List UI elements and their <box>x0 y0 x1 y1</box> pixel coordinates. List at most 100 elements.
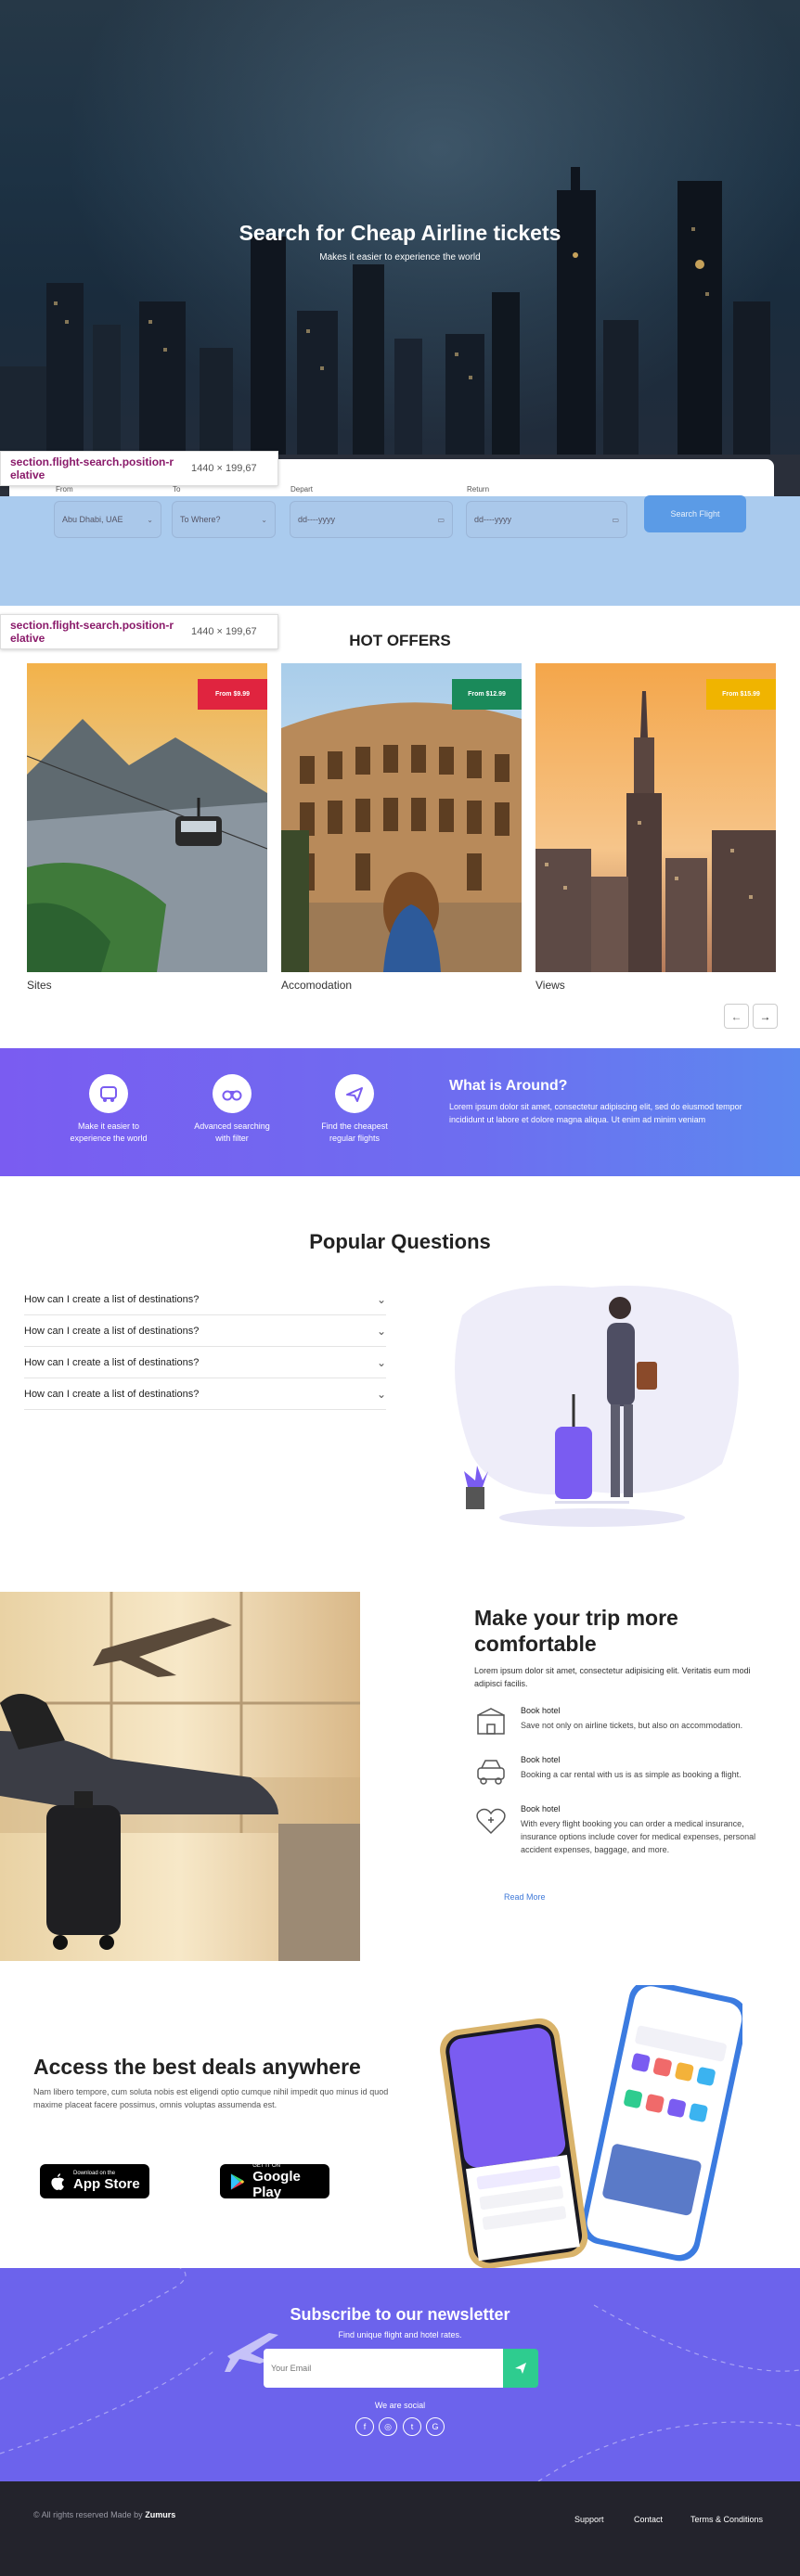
price-badge: From $15.99 <box>706 679 776 710</box>
city-skyline-image <box>0 167 800 496</box>
calendar-icon: ▭ <box>437 515 445 524</box>
chevron-down-icon: ⌄ <box>376 1292 386 1306</box>
hero-section: Search for Cheap Airline tickets Makes i… <box>0 0 800 496</box>
feature-label-line: regular flights <box>329 1134 381 1143</box>
hero-subtitle: Makes it easier to experience the world <box>319 252 481 263</box>
footer-link-support[interactable]: Support <box>574 2515 604 2524</box>
trip-feature-text: Booking a car rental with us is as simpl… <box>521 1770 742 1779</box>
read-more-link[interactable]: Read More <box>504 1892 546 1902</box>
google-icon[interactable]: G <box>426 2417 445 2436</box>
footer-link-terms[interactable]: Terms & Conditions <box>690 2515 763 2524</box>
offer-card-views[interactable]: From $15.99 <box>535 663 776 972</box>
offer-caption: Accomodation <box>281 979 353 992</box>
offer-caption: Sites <box>27 979 52 992</box>
chevron-down-icon: ⌄ <box>376 1355 386 1369</box>
around-title: What is Around? <box>449 1078 568 1094</box>
app-store-big-text: App Store <box>73 2176 140 2192</box>
from-value: Abu Dhabi, UAE <box>62 515 123 524</box>
newsletter-title: Subscribe to our newsletter <box>290 2305 510 2324</box>
search-flight-button[interactable]: Search Flight <box>644 495 746 532</box>
return-label: Return <box>467 485 490 493</box>
social-label: We are social <box>374 2401 426 2410</box>
from-select[interactable]: Abu Dhabi, UAE ⌄ <box>54 501 161 538</box>
inspector-selector-cont: elative <box>10 468 45 481</box>
feature-label-line: experience the world <box>70 1134 148 1143</box>
carousel-next-button[interactable]: → <box>753 1004 778 1029</box>
offer-caption: Views <box>535 979 565 992</box>
app-store-button[interactable]: Download on the App Store <box>40 2164 149 2198</box>
arrow-right-icon: → <box>759 1009 771 1023</box>
feature-label-line: with filter <box>215 1134 249 1143</box>
price-badge: From $12.99 <box>452 679 522 710</box>
twitter-icon[interactable]: t <box>403 2417 421 2436</box>
around-text: Lorem ipsum dolor sit amet, consectetur … <box>449 1102 742 1124</box>
to-select[interactable]: To Where? ⌄ <box>172 501 276 538</box>
copyright-text: © All rights reserved Made by Zumurs <box>33 2510 175 2519</box>
email-input[interactable] <box>264 2349 503 2388</box>
facebook-icon[interactable]: f <box>355 2417 374 2436</box>
calendar-icon: ▭ <box>612 515 619 524</box>
app-title: Access the best deals anywhere <box>33 2055 361 2079</box>
depart-label: Depart <box>290 485 314 493</box>
faq-question[interactable]: How can I create a list of destinations?… <box>24 1284 386 1315</box>
offer-card-accomodation[interactable]: From $12.99 <box>281 663 522 972</box>
phones-mockup-image <box>440 1985 742 2268</box>
faq-question[interactable]: How can I create a list of destinations?… <box>24 1347 386 1378</box>
chevron-down-icon: ⌄ <box>261 515 267 524</box>
arrow-left-icon: ← <box>730 1009 742 1023</box>
footer: © All rights reserved Made by Zumurs Sup… <box>0 2481 800 2576</box>
feature-item: Advanced searching with filter <box>176 1074 288 1145</box>
faq-question-text: How can I create a list of destinations? <box>24 1325 200 1337</box>
to-placeholder: To Where? <box>180 515 221 524</box>
airport-photo <box>0 1592 360 1961</box>
trip-feature-text: Save not only on airline tickets, but al… <box>521 1721 743 1730</box>
copyright-prefix: © All rights reserved Made by <box>33 2510 143 2519</box>
footer-link-contact[interactable]: Contact <box>634 2515 663 2524</box>
heart-medical-icon <box>476 1808 506 1835</box>
feature-label: Find the cheapest regular flights <box>299 1121 410 1145</box>
trip-feature-title: Book hotel <box>521 1755 561 1764</box>
inspector-selector: section.flight-search.position-r <box>10 455 174 468</box>
depart-date-input[interactable]: dd----yyyy ▭ <box>290 501 453 538</box>
inspector-dimensions: 1440 × 199,67 <box>191 463 257 474</box>
feature-label-line: Make it easier to <box>77 1121 140 1131</box>
trip-description: Lorem ipsum dolor sit amet, consectetur … <box>474 1666 751 1688</box>
faq-question[interactable]: How can I create a list of destinations?… <box>24 1378 386 1410</box>
car-rental-icon <box>477 1760 505 1785</box>
trip-feature-title: Book hotel <box>521 1804 561 1813</box>
faq-question[interactable]: How can I create a list of destinations?… <box>24 1315 386 1347</box>
chevron-down-icon: ⌄ <box>147 515 153 524</box>
plane-icon <box>335 1074 374 1113</box>
feature-item: Find the cheapest regular flights <box>299 1074 410 1145</box>
from-label: From <box>56 485 73 493</box>
apple-icon <box>51 2172 64 2190</box>
chevron-down-icon: ⌄ <box>376 1324 386 1338</box>
trip-feature-text: With every flight booking you can order … <box>521 1819 756 1854</box>
hot-offers-title: HOT OFFERS <box>349 632 451 649</box>
faq-question-text: How can I create a list of destinations? <box>24 1293 200 1305</box>
feature-label: Advanced searching with filter <box>176 1121 288 1145</box>
traveler-illustration <box>455 1286 739 1527</box>
newsletter-subtitle: Find unique flight and hotel rates. <box>338 2330 462 2339</box>
offer-card-sites[interactable]: From $9.99 <box>27 663 267 972</box>
carousel-prev-button[interactable]: ← <box>724 1004 749 1029</box>
google-play-icon <box>230 2172 245 2190</box>
faq-question-text: How can I create a list of destinations? <box>24 1388 200 1400</box>
faq-title: Popular Questions <box>309 1230 491 1253</box>
trip-title: Make your trip more comfortable <box>474 1606 678 1656</box>
subscribe-button[interactable] <box>503 2349 538 2388</box>
inspector-selector: section.flight-search.position-r <box>10 619 174 632</box>
feature-label: Make it easier to experience the world <box>53 1121 164 1145</box>
app-description: Nam libero tempore, cum soluta nobis est… <box>33 2087 389 2109</box>
return-placeholder: dd----yyyy <box>474 515 511 524</box>
depart-placeholder: dd----yyyy <box>298 515 335 524</box>
price-badge: From $9.99 <box>198 679 267 710</box>
instagram-icon[interactable]: ◎ <box>379 2417 397 2436</box>
to-label: To <box>173 485 181 493</box>
newsletter-section: Subscribe to our newsletter Find unique … <box>0 2268 800 2481</box>
google-play-button[interactable]: GET IT ON Google Play <box>220 2163 329 2200</box>
return-date-input[interactable]: dd----yyyy ▭ <box>466 501 627 538</box>
hotel-icon <box>477 1708 505 1735</box>
google-play-big-text: Google Play <box>252 2168 301 2200</box>
faq-question-text: How can I create a list of destinations? <box>24 1356 200 1368</box>
